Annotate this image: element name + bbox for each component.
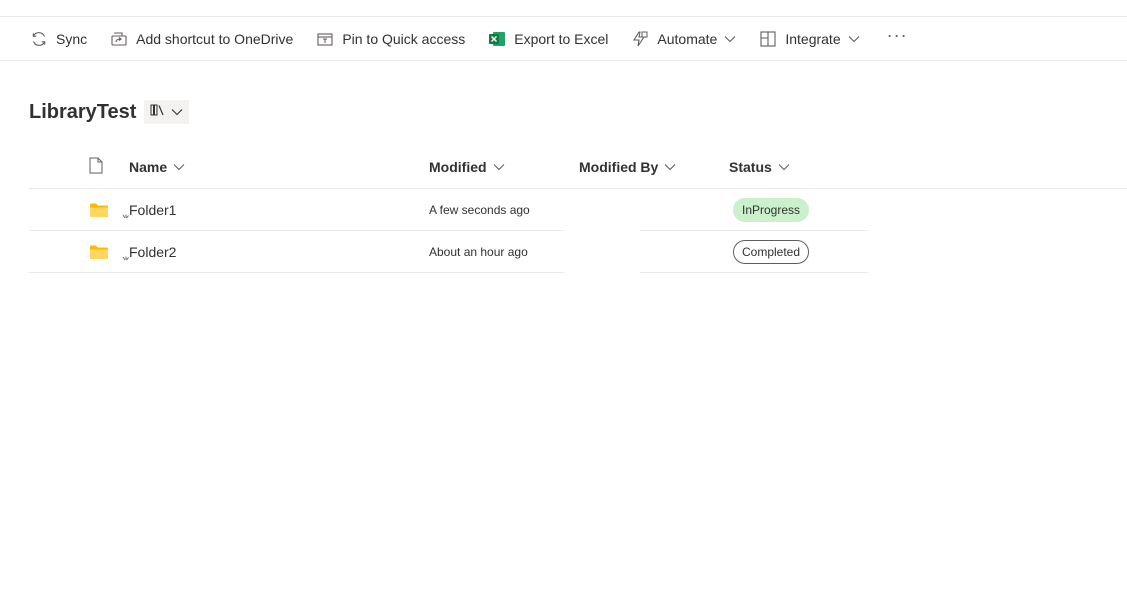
library-icon <box>150 103 166 122</box>
file-type-column-header[interactable] <box>89 146 103 188</box>
more-options-button[interactable]: ··· <box>883 20 912 52</box>
chevron-down-icon <box>493 163 505 171</box>
integrate-label: Integrate <box>785 30 841 47</box>
sync-label: Sync <box>56 30 88 47</box>
folder-icon <box>89 231 109 273</box>
row-divider <box>29 272 564 273</box>
status-badge: InProgress <box>733 198 810 222</box>
status-cell: InProgress <box>733 189 810 231</box>
chevron-down-icon <box>664 163 676 171</box>
integrate-icon <box>759 30 777 48</box>
automate-icon <box>631 30 649 48</box>
new-item-icon <box>122 209 130 225</box>
automate-button[interactable]: Automate <box>631 23 748 55</box>
pin-icon <box>316 30 334 48</box>
table-row[interactable]: Folder1 A few seconds ago InProgress <box>29 189 1127 231</box>
file-name-link[interactable]: Folder2 <box>122 244 177 261</box>
status-column-header[interactable]: Status <box>729 146 790 188</box>
excel-icon <box>488 30 506 48</box>
modified-by-column-header[interactable]: Modified By <box>579 146 676 188</box>
status-header-label: Status <box>729 159 772 175</box>
table-row[interactable]: Folder2 About an hour ago Completed <box>29 231 1127 273</box>
chevron-down-icon <box>848 35 860 43</box>
file-list: Name Modified Modified By Status Folder1… <box>29 146 1127 273</box>
chevron-down-icon <box>778 163 790 171</box>
add-shortcut-icon <box>110 30 128 48</box>
file-name-text: Folder1 <box>129 202 177 218</box>
library-header: LibraryTest <box>29 100 190 124</box>
name-cell: Folder1 <box>122 189 177 231</box>
export-label: Export to Excel <box>514 30 609 47</box>
modified-column-header[interactable]: Modified <box>429 146 505 188</box>
chevron-down-icon <box>173 163 185 171</box>
command-bar: Sync Add shortcut to OneDrive Pin to Qui… <box>0 17 1127 61</box>
folder-icon <box>89 189 109 231</box>
more-icon: ··· <box>886 25 908 45</box>
modified-cell: A few seconds ago <box>429 189 530 231</box>
chevron-down-icon <box>724 35 736 43</box>
status-cell: Completed <box>733 231 810 273</box>
chevron-down-icon <box>171 103 183 121</box>
modified-by-header-label: Modified By <box>579 159 659 175</box>
modified-cell: About an hour ago <box>429 231 528 273</box>
name-cell: Folder2 <box>122 231 177 273</box>
modified-header-label: Modified <box>429 159 487 175</box>
add-shortcut-button[interactable]: Add shortcut to OneDrive <box>110 23 305 55</box>
name-header-label: Name <box>129 159 168 175</box>
pin-quick-access-button[interactable]: Pin to Quick access <box>316 23 477 55</box>
list-header: Name Modified Modified By Status <box>29 146 1127 189</box>
status-badge: Completed <box>733 240 810 264</box>
export-excel-button[interactable]: Export to Excel <box>488 23 620 55</box>
sync-icon <box>30 30 48 48</box>
modified-text: About an hour ago <box>429 245 528 259</box>
add-shortcut-label: Add shortcut to OneDrive <box>136 30 294 47</box>
modified-text: A few seconds ago <box>429 203 530 217</box>
name-column-header[interactable]: Name <box>129 146 185 188</box>
document-icon <box>89 157 103 177</box>
file-name-text: Folder2 <box>129 244 177 260</box>
view-switcher-button[interactable] <box>144 100 190 124</box>
file-name-link[interactable]: Folder1 <box>122 202 177 219</box>
sync-button[interactable]: Sync <box>30 23 99 55</box>
integrate-button[interactable]: Integrate <box>759 23 871 55</box>
new-item-icon <box>122 251 130 267</box>
pin-label: Pin to Quick access <box>342 30 466 47</box>
automate-label: Automate <box>657 30 718 47</box>
page-title: LibraryTest <box>29 100 137 123</box>
row-divider <box>640 272 868 273</box>
